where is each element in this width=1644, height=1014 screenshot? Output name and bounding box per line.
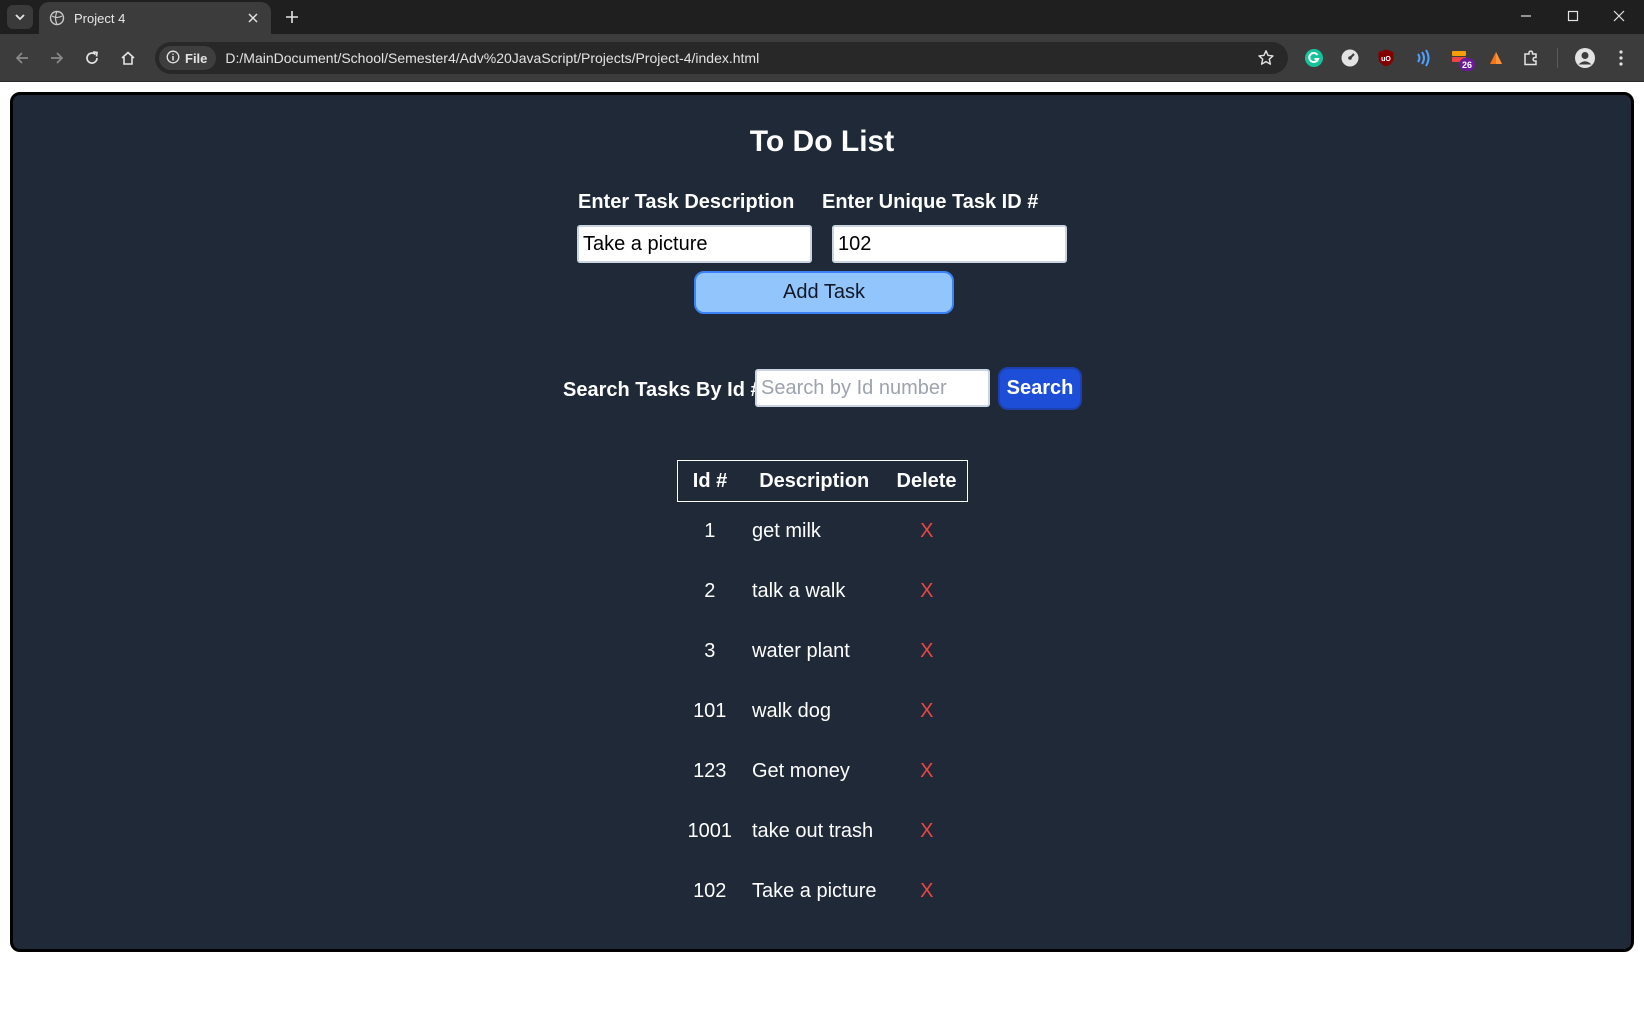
task-description-cell: talk a walk xyxy=(752,580,846,602)
task-description-cell: walk dog xyxy=(752,700,831,722)
add-task-button[interactable]: Add Task xyxy=(694,271,954,314)
tab-title: Project 4 xyxy=(74,10,126,26)
task-id-input[interactable] xyxy=(832,225,1067,263)
browser-toolbar: File D:/MainDocument/School/Semester4/Ad… xyxy=(0,34,1644,82)
delete-task-button[interactable]: X xyxy=(887,802,968,862)
maximize-icon[interactable] xyxy=(1550,0,1596,32)
page-title: To Do List xyxy=(749,125,895,158)
url-text[interactable]: D:/MainDocument/School/Semester4/Adv%20J… xyxy=(225,50,1252,66)
table-row: 3 water plant X xyxy=(678,622,968,682)
profile-avatar-icon[interactable] xyxy=(1573,46,1597,70)
table-row: 101 walk dog X xyxy=(678,682,968,742)
site-info-chip[interactable]: File xyxy=(159,46,217,70)
search-label: Search Tasks By Id # xyxy=(563,379,762,401)
task-description-cell: take out trash xyxy=(752,820,874,842)
task-description-cell: get milk xyxy=(752,520,821,543)
tab-project-4[interactable]: Project 4 xyxy=(39,2,271,34)
globe-icon xyxy=(49,10,65,26)
tasks-table: Id # Description Delete 1 get milk X 2 t… xyxy=(677,460,968,922)
read-aloud-extension-icon[interactable] xyxy=(1410,46,1434,70)
task-description-cell: Get money xyxy=(752,760,850,782)
delete-task-button[interactable]: X xyxy=(887,562,968,622)
todo-card: To Do List Enter Task Description Enter … xyxy=(10,92,1634,952)
close-window-icon[interactable] xyxy=(1596,0,1642,32)
stack-extension-icon[interactable]: 26 xyxy=(1447,46,1475,71)
delete-task-button[interactable]: X xyxy=(887,682,968,742)
colorful-extension-icon[interactable] xyxy=(1484,46,1508,70)
delete-task-button[interactable]: X xyxy=(887,622,968,682)
table-row: 123 Get money X xyxy=(678,742,968,802)
address-bar[interactable]: File D:/MainDocument/School/Semester4/Ad… xyxy=(155,42,1288,74)
toolbar-separator xyxy=(1557,48,1558,68)
extension-badge: 26 xyxy=(1459,58,1475,71)
svg-text:uO: uO xyxy=(1381,56,1391,63)
table-row: 2 talk a walk X xyxy=(678,562,968,622)
table-row: 1 get milk X xyxy=(678,502,968,562)
new-tab-plus-icon[interactable] xyxy=(280,6,304,28)
header-id: Id # xyxy=(692,469,728,492)
page-viewport: To Do List Enter Task Description Enter … xyxy=(0,82,1644,1014)
header-description: Description xyxy=(759,469,870,492)
browser-tab-strip: Project 4 xyxy=(0,0,1644,34)
extensions-puzzle-icon[interactable] xyxy=(1519,46,1543,70)
task-description-cell: Take a picture xyxy=(752,880,877,902)
task-id-cell: 102 xyxy=(693,880,727,902)
info-icon xyxy=(166,50,180,67)
search-input[interactable] xyxy=(755,369,990,407)
header-delete: Delete xyxy=(896,469,957,492)
task-id-cell: 1001 xyxy=(687,820,733,842)
tab-search-chevron-icon[interactable] xyxy=(7,5,33,29)
task-description-input[interactable] xyxy=(577,225,812,263)
task-id-cell: 101 xyxy=(693,700,727,722)
home-icon[interactable] xyxy=(114,44,142,72)
back-arrow-icon[interactable] xyxy=(8,44,36,72)
minimize-icon[interactable] xyxy=(1503,0,1549,32)
delete-task-button[interactable]: X xyxy=(887,742,968,802)
search-button[interactable]: Search xyxy=(998,367,1082,410)
task-id-label: Enter Unique Task ID # xyxy=(822,191,1039,213)
bookmark-star-icon[interactable] xyxy=(1252,44,1280,72)
speed-gauge-extension-icon[interactable] xyxy=(1338,46,1362,70)
task-description-cell: water plant xyxy=(752,640,850,662)
table-row: 1001 take out trash X xyxy=(678,802,968,862)
more-menu-icon[interactable] xyxy=(1609,46,1633,70)
delete-task-button[interactable]: X xyxy=(887,862,968,922)
task-id-cell: 1 xyxy=(704,520,716,543)
reload-icon[interactable] xyxy=(78,44,106,72)
task-id-cell: 3 xyxy=(704,640,716,662)
ublock-origin-extension-icon[interactable]: uO xyxy=(1374,46,1398,70)
site-chip-label: File xyxy=(185,50,208,66)
table-row: 102 Take a picture X xyxy=(678,862,968,922)
task-id-cell: 123 xyxy=(693,760,727,782)
task-id-cell: 2 xyxy=(704,580,716,602)
grammarly-extension-icon[interactable] xyxy=(1302,46,1326,70)
table-header-row: Id # Description Delete xyxy=(677,460,968,502)
delete-task-button[interactable]: X xyxy=(887,502,968,562)
task-description-label: Enter Task Description xyxy=(578,191,795,213)
forward-arrow-icon[interactable] xyxy=(43,44,71,72)
close-tab-icon[interactable] xyxy=(243,8,263,28)
